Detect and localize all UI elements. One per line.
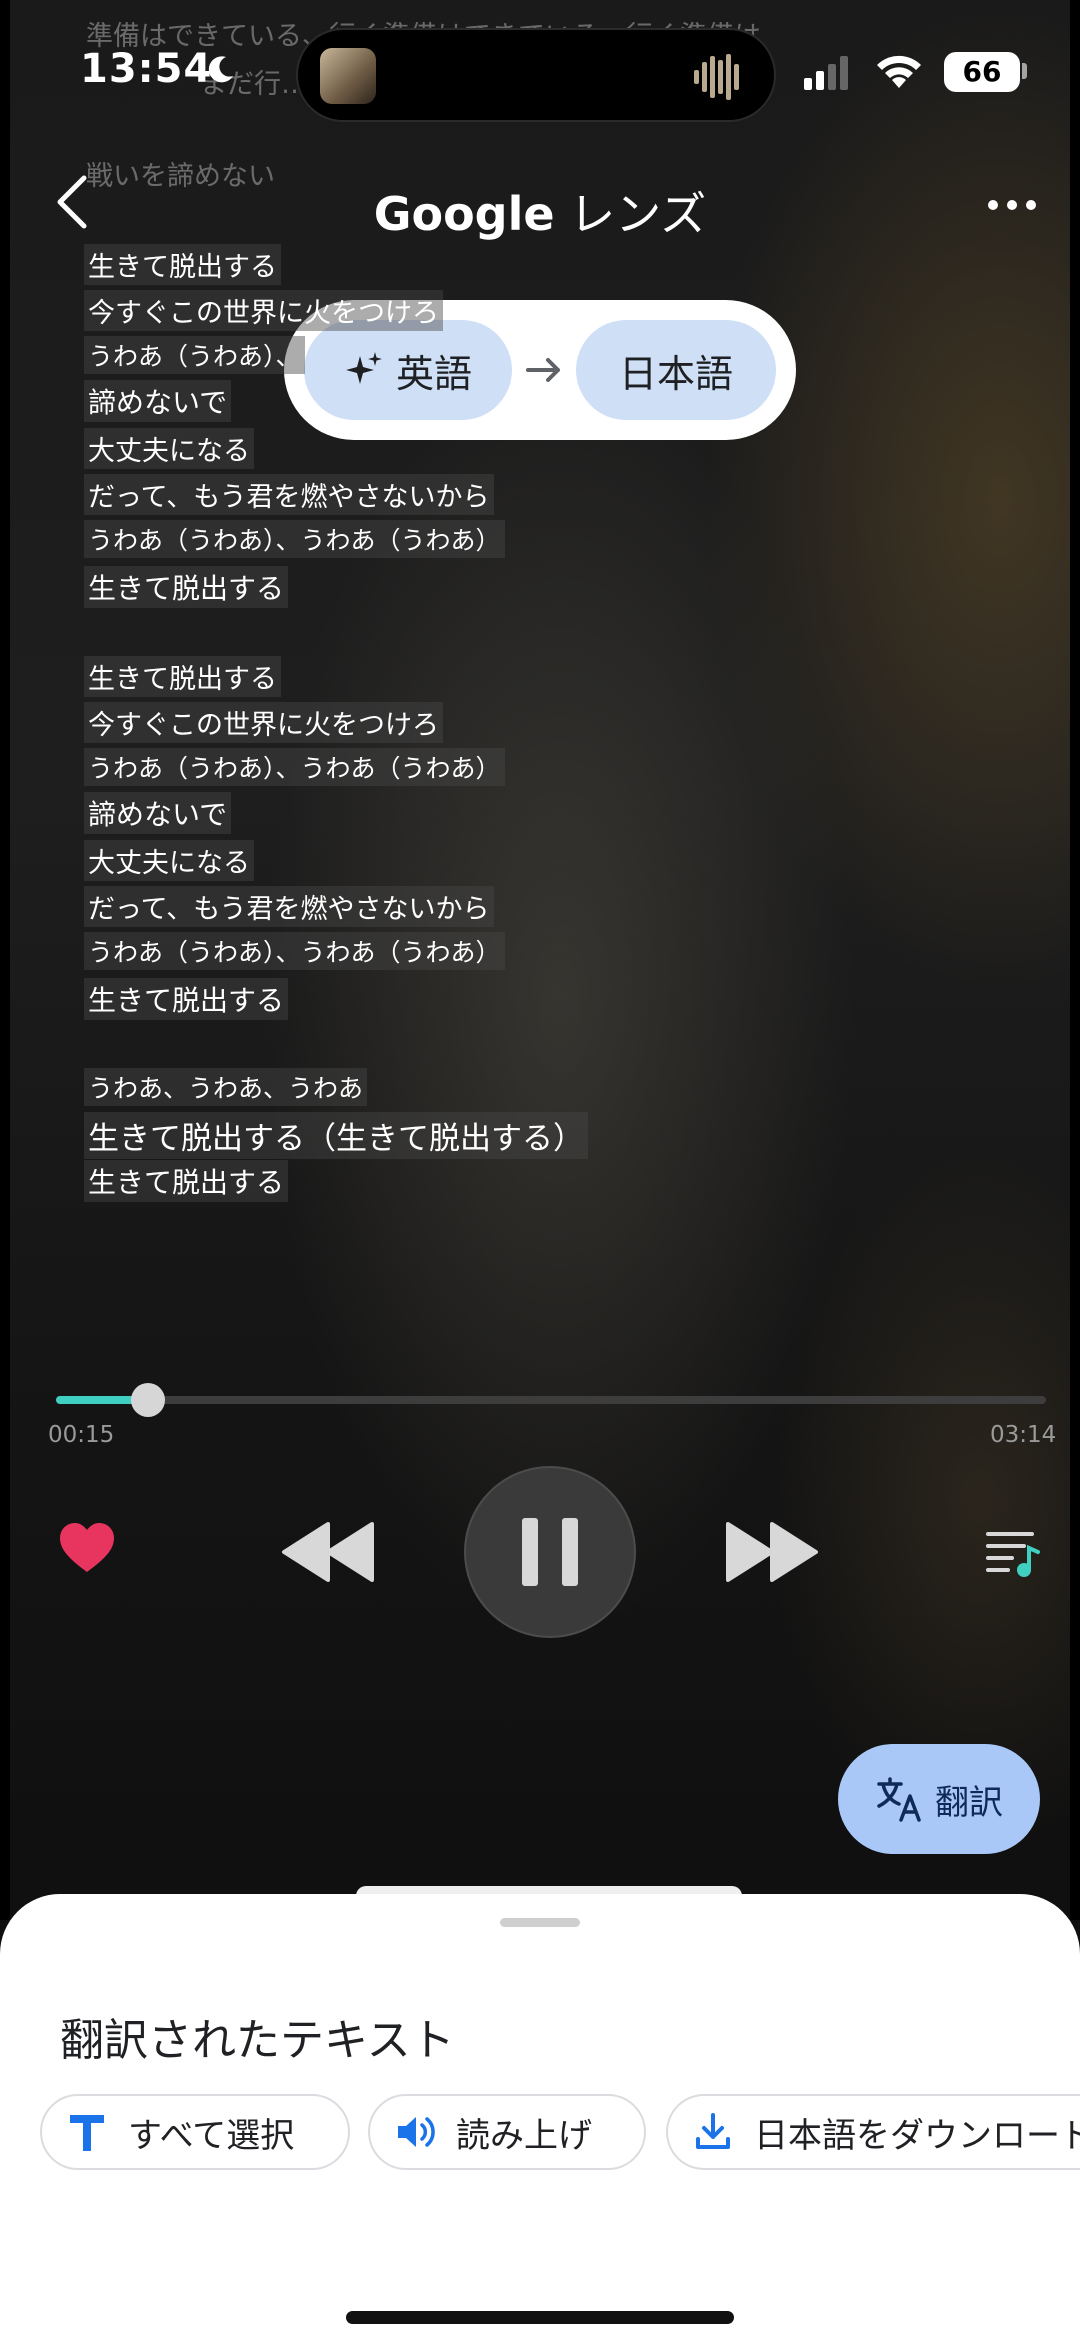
heart-icon[interactable] [58,1522,116,1574]
source-language-label: 英語 [395,351,472,396]
audio-waveform-icon [694,54,739,100]
dynamic-island[interactable] [296,28,776,122]
more-options-icon[interactable] [985,190,1039,220]
now-playing-artwork [320,48,376,104]
rewind-icon[interactable] [280,1522,376,1582]
cellular-signal-icon [804,56,848,90]
lyric-line[interactable]: 生きて脱出する [84,656,281,697]
sparkle-icon [345,352,382,384]
translate-button[interactable]: 翻訳 [838,1744,1040,1854]
progress-slider[interactable] [56,1383,1046,1417]
lyric-line[interactable]: うわあ（うわあ）、 [84,336,305,374]
text-select-icon [70,2115,104,2151]
lyric-line[interactable]: 生きて脱出する [84,244,281,285]
elapsed-time: 00:15 [48,1422,115,1448]
moon-icon [208,56,233,83]
lyric-line[interactable]: 生きて脱出する [84,566,289,608]
lyric-line[interactable]: うわあ（うわあ）、うわあ（うわあ） [84,932,505,970]
download-language-label: 日本語をダウンロード [754,2115,1080,2156]
title-suffix: レンズ [569,187,707,241]
select-all-button[interactable]: すべて選択 [40,2094,350,2170]
image-edge-right [1070,0,1080,1920]
lyric-line[interactable]: 今すぐこの世界に火をつけろ [84,290,443,331]
sheet-title: 翻訳されたテキスト [60,2015,455,2066]
lyric-line[interactable]: 諦めないで [84,380,232,422]
progress-thumb[interactable] [131,1383,166,1417]
pause-icon-bar [562,1518,578,1586]
status-time: 13:54 [80,46,213,92]
download-language-button[interactable]: 日本語をダウンロード [666,2094,1080,2170]
wifi-icon [877,55,921,88]
pause-button[interactable] [464,1466,636,1638]
target-language-label: 日本語 [618,351,733,396]
image-edge-left [0,0,10,1920]
speaker-icon [398,2117,435,2147]
sheet-drag-handle[interactable] [500,1918,580,1927]
pause-icon-bar [522,1518,538,1586]
page-title: Google レンズ [0,178,1080,244]
title-brand: Google [373,187,555,241]
target-language-button[interactable]: 日本語 [576,320,776,420]
translate-button-label: 翻訳 [935,1782,1003,1823]
home-indicator[interactable] [346,2311,734,2324]
read-aloud-label: 読み上げ [456,2115,592,2156]
lyric-line[interactable]: 大丈夫になる [84,428,254,469]
translated-text-sheet: 翻訳されたテキスト すべて選択 読み上げ 日本語をダウンロード [0,1894,1080,2341]
source-language-button[interactable]: 英語 [304,320,512,420]
lyric-line[interactable]: だって、もう君を燃やさないから [84,474,494,515]
lyric-line[interactable]: 生きて脱出する [84,1160,289,1202]
translate-icon [877,1777,921,1822]
select-all-label: すべて選択 [128,2115,295,2156]
battery-indicator: 66 [944,52,1020,92]
lyric-line[interactable]: 今すぐこの世界に火をつけろ [84,702,443,743]
battery-cap [1022,63,1027,79]
total-duration: 03:14 [990,1422,1057,1448]
playlist-queue-icon[interactable] [984,1528,1042,1578]
lyric-line[interactable]: 生きて脱出する [84,978,289,1020]
download-icon [696,2113,730,2149]
read-aloud-button[interactable]: 読み上げ [368,2094,646,2170]
lyric-line[interactable]: うわあ、うわあ、うわあ [84,1068,368,1106]
lyric-line[interactable]: 大丈夫になる [84,840,254,881]
lyric-line[interactable]: うわあ（うわあ）、うわあ（うわあ） [84,520,505,558]
lyric-line[interactable]: 諦めないで [84,792,232,834]
lyric-line[interactable]: だって、もう君を燃やさないから [84,886,494,927]
lyric-line[interactable]: うわあ（うわあ）、うわあ（うわあ） [84,748,505,786]
arrow-right-icon [526,358,560,382]
lyric-line[interactable]: 生きて脱出する（生きて脱出する） [84,1112,588,1159]
fast-forward-icon[interactable] [724,1522,820,1582]
